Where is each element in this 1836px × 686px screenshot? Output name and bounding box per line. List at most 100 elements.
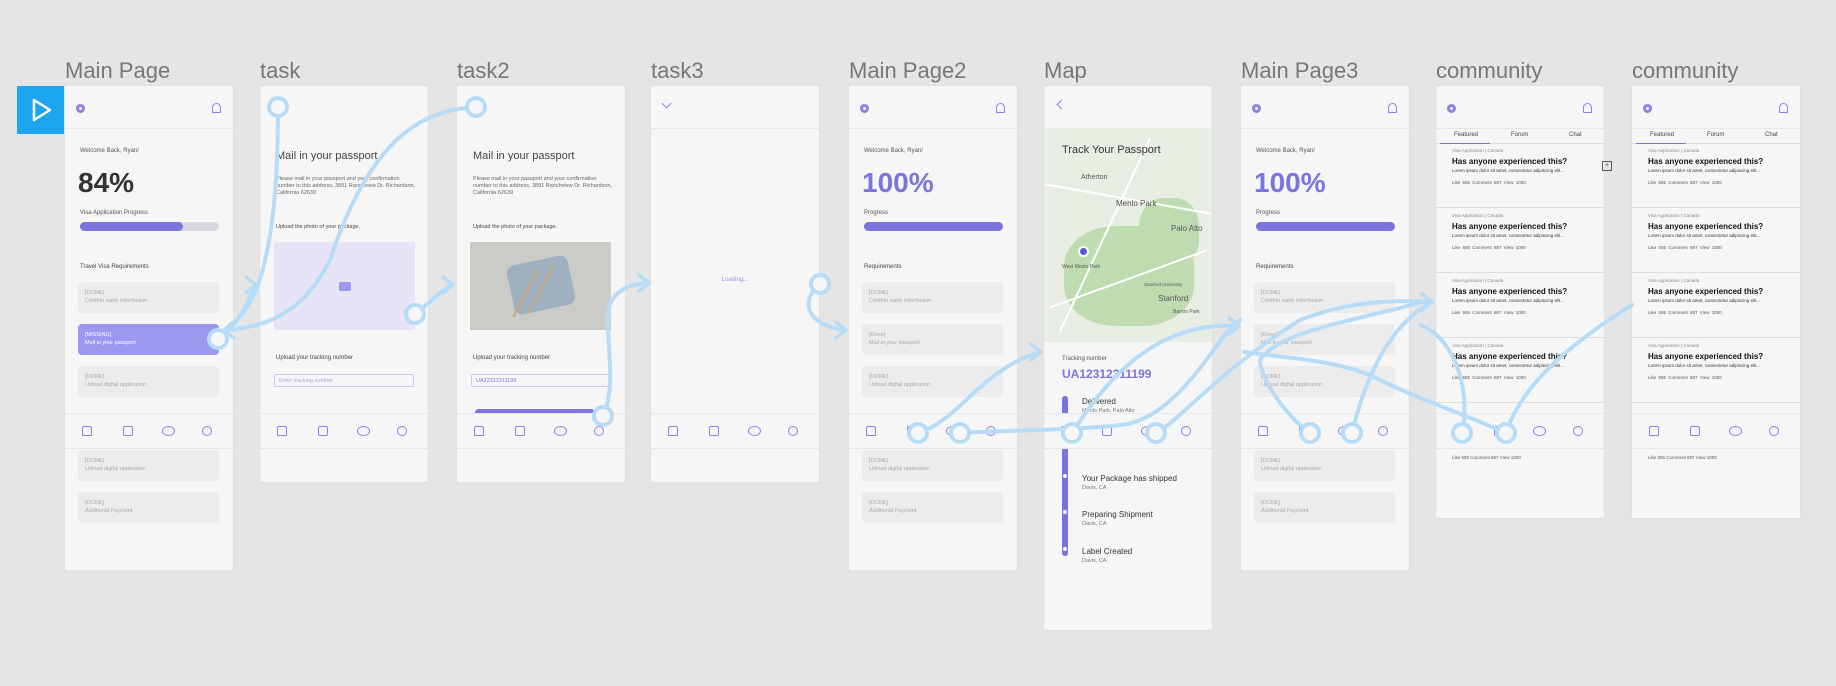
tab-featured[interactable]: Featured bbox=[1650, 132, 1674, 138]
bell-icon[interactable] bbox=[1583, 103, 1592, 113]
requirement-card[interactable]: [DONE] Additional Payment bbox=[1254, 492, 1395, 523]
play-prototype-button[interactable] bbox=[17, 86, 65, 134]
chart-icon[interactable] bbox=[123, 426, 133, 436]
forum-post[interactable]: Visa Application | Canada Has anyone expe… bbox=[1436, 208, 1604, 273]
profile-icon[interactable] bbox=[1573, 426, 1583, 436]
forum-post[interactable]: Visa Application | Canada Has anyone expe… bbox=[1632, 143, 1800, 208]
home-icon[interactable] bbox=[82, 426, 92, 436]
tab-featured[interactable]: Featured bbox=[1454, 132, 1478, 138]
gear-icon[interactable] bbox=[1252, 104, 1261, 113]
requirement-card[interactable]: [DONE] Upload digital application bbox=[862, 366, 1003, 397]
requirement-card[interactable]: [DONE] Upload digital application bbox=[1254, 450, 1395, 481]
tab-chat[interactable]: Chat bbox=[1569, 132, 1582, 138]
profile-icon[interactable] bbox=[1378, 426, 1388, 436]
tab-forum[interactable]: Forum bbox=[1707, 132, 1724, 138]
profile-icon[interactable] bbox=[788, 426, 798, 436]
requirement-card[interactable]: [Done] Mail in your passport bbox=[1254, 324, 1395, 355]
profile-icon[interactable] bbox=[594, 426, 604, 436]
chart-icon[interactable] bbox=[1299, 426, 1309, 436]
home-icon[interactable] bbox=[1453, 426, 1463, 436]
home-icon[interactable] bbox=[1649, 426, 1659, 436]
frame-title-community-2[interactable]: community bbox=[1632, 58, 1738, 84]
chart-icon[interactable] bbox=[907, 426, 917, 436]
forum-post[interactable]: Visa Application | Canada Has anyone expe… bbox=[1436, 273, 1604, 338]
community-icon[interactable] bbox=[748, 426, 761, 436]
community-icon[interactable] bbox=[1729, 426, 1742, 436]
package-photo[interactable] bbox=[470, 242, 611, 330]
frame-title-map[interactable]: Map bbox=[1044, 58, 1087, 84]
requirement-card-missing[interactable]: [MISSING] Mail in your passport bbox=[78, 324, 219, 355]
forum-post[interactable]: Visa Application | Canada Has anyone expe… bbox=[1632, 208, 1800, 273]
tab-forum[interactable]: Forum bbox=[1511, 132, 1528, 138]
requirement-card[interactable]: [DONE] Confirm basic information bbox=[1254, 282, 1395, 313]
community-tabs: Featured Forum Chat bbox=[1632, 128, 1800, 144]
bell-icon[interactable] bbox=[1779, 103, 1788, 113]
gear-icon[interactable] bbox=[1643, 104, 1652, 113]
frame-title-main-page2[interactable]: Main Page2 bbox=[849, 58, 966, 84]
tab-chat[interactable]: Chat bbox=[1765, 132, 1778, 138]
profile-icon[interactable] bbox=[1769, 426, 1779, 436]
frame-title-task2[interactable]: task2 bbox=[457, 58, 510, 84]
home-icon[interactable] bbox=[668, 426, 678, 436]
profile-icon[interactable] bbox=[397, 426, 407, 436]
frame-title-community[interactable]: community bbox=[1436, 58, 1542, 84]
forum-post[interactable]: Visa Application | Canada Has anyone expe… bbox=[1436, 338, 1604, 403]
home-icon[interactable] bbox=[1258, 426, 1268, 436]
requirement-card[interactable]: [DONE] Upload digital application bbox=[862, 450, 1003, 481]
forum-post[interactable]: Visa Application | Canada Has anyone expe… bbox=[1632, 273, 1800, 338]
map-view[interactable]: Track Your Passport Atherton Menlo Park … bbox=[1044, 128, 1212, 342]
profile-icon[interactable] bbox=[202, 426, 212, 436]
frame-title-task[interactable]: task bbox=[260, 58, 300, 84]
gear-icon[interactable] bbox=[1447, 104, 1456, 113]
chart-icon[interactable] bbox=[1102, 426, 1112, 436]
task3-screen: Loading... bbox=[651, 86, 819, 482]
home-icon[interactable] bbox=[474, 426, 484, 436]
post-stats: Like 555 Comment 887 View 1000 bbox=[1452, 180, 1526, 185]
gear-icon[interactable] bbox=[76, 104, 85, 113]
requirement-card[interactable]: [DONE] Additional Payment bbox=[862, 492, 1003, 523]
home-icon[interactable] bbox=[277, 426, 287, 436]
forum-post[interactable]: Visa Application | Canada Has anyone expe… bbox=[1436, 143, 1604, 208]
frame-title-main-page[interactable]: Main Page bbox=[65, 58, 170, 84]
community-icon[interactable] bbox=[357, 426, 370, 436]
chart-icon[interactable] bbox=[515, 426, 525, 436]
frame-title-main-page3[interactable]: Main Page3 bbox=[1241, 58, 1358, 84]
community-icon[interactable] bbox=[1141, 426, 1154, 436]
community-icon[interactable] bbox=[162, 426, 175, 436]
requirement-card[interactable]: [Done] Mail in your passport bbox=[862, 324, 1003, 355]
requirement-card[interactable]: [DONE] Upload digital application bbox=[78, 450, 219, 481]
community-icon[interactable] bbox=[1338, 426, 1351, 436]
forum-post[interactable]: Visa Application | Canada Has anyone expe… bbox=[1632, 338, 1800, 403]
frame-title-task3[interactable]: task3 bbox=[651, 58, 704, 84]
bell-icon[interactable] bbox=[996, 103, 1005, 113]
chevron-down-icon[interactable] bbox=[661, 98, 672, 109]
upload-photo-area[interactable] bbox=[274, 242, 415, 330]
community-icon[interactable] bbox=[1533, 426, 1546, 436]
requirement-status: [Done] bbox=[869, 332, 886, 338]
requirement-card[interactable]: [DONE] Confirm basic information bbox=[78, 282, 219, 313]
chart-icon[interactable] bbox=[318, 426, 328, 436]
chart-icon[interactable] bbox=[709, 426, 719, 436]
profile-icon[interactable] bbox=[986, 426, 996, 436]
tracking-input[interactable]: Enter tracking number bbox=[274, 374, 414, 387]
main-page-screen: Welcome Back, Ryan! 84% Visa Application… bbox=[65, 86, 233, 570]
home-icon[interactable] bbox=[1061, 426, 1071, 436]
bell-icon[interactable] bbox=[212, 103, 221, 113]
community-icon[interactable] bbox=[946, 426, 959, 436]
profile-icon[interactable] bbox=[1181, 426, 1191, 436]
bell-icon[interactable] bbox=[1388, 103, 1397, 113]
requirement-status: [DONE] bbox=[869, 290, 888, 296]
chart-icon[interactable] bbox=[1494, 426, 1504, 436]
gear-icon[interactable] bbox=[860, 104, 869, 113]
requirement-card[interactable]: [DONE] Additional Payment bbox=[78, 492, 219, 523]
requirement-card[interactable]: [DONE] Upload digital application bbox=[1254, 366, 1395, 397]
requirement-card[interactable]: [DONE] Confirm basic information bbox=[862, 282, 1003, 313]
tracking-input[interactable]: UA12312311199 bbox=[471, 374, 611, 387]
chevron-left-icon[interactable] bbox=[1056, 99, 1067, 110]
chart-icon[interactable] bbox=[1690, 426, 1700, 436]
add-icon[interactable]: + bbox=[1602, 161, 1612, 171]
post-body: Lorem ipsum dolor sit amet, consectetur … bbox=[1452, 168, 1565, 173]
community-icon[interactable] bbox=[554, 426, 567, 436]
home-icon[interactable] bbox=[866, 426, 876, 436]
requirement-card[interactable]: [DONE] Upload digital application bbox=[78, 366, 219, 397]
